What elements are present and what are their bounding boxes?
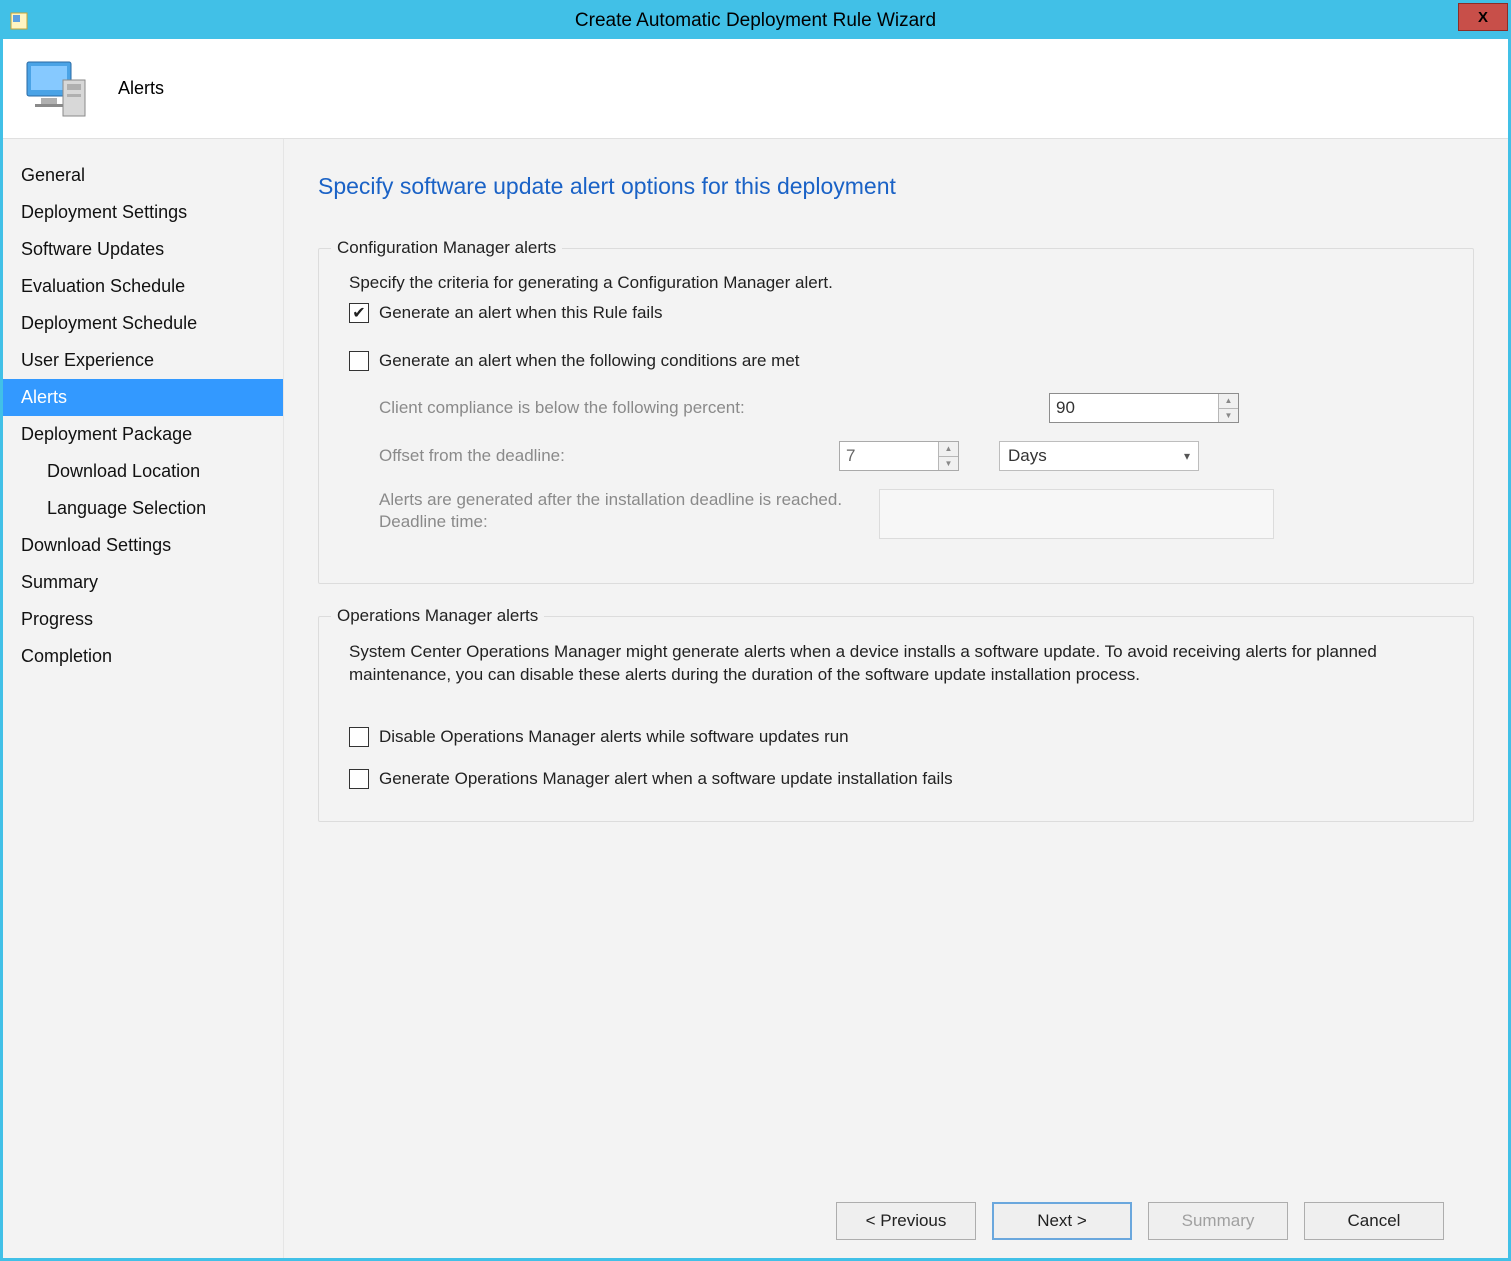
conditions-sub-block: Client compliance is below the following…	[379, 393, 1451, 539]
group-cm-legend: Configuration Manager alerts	[331, 238, 562, 258]
previous-button[interactable]: < Previous	[836, 1202, 976, 1240]
content-pane: Specify software update alert options fo…	[284, 139, 1508, 1258]
check-row-conditions[interactable]: Generate an alert when the following con…	[349, 351, 1451, 371]
chevron-up-icon[interactable]: ▲	[1219, 394, 1238, 409]
sidebar-item-progress[interactable]: Progress	[3, 601, 283, 638]
row-offset: Offset from the deadline: 7 ▲ ▼ Days ▾	[379, 441, 1451, 471]
sidebar-item-deployment-schedule[interactable]: Deployment Schedule	[3, 305, 283, 342]
label-compliance: Client compliance is below the following…	[379, 398, 889, 418]
checkbox-rule-fails[interactable]: ✔	[349, 303, 369, 323]
sidebar-item-completion[interactable]: Completion	[3, 638, 283, 675]
close-button[interactable]: X	[1458, 3, 1508, 31]
checkbox-gen-om-fail[interactable]	[349, 769, 369, 789]
sidebar-item-deployment-settings[interactable]: Deployment Settings	[3, 194, 283, 231]
wizard-body: General Deployment Settings Software Upd…	[3, 139, 1508, 1258]
select-offset-unit[interactable]: Days ▾	[999, 441, 1199, 471]
sidebar-item-software-updates[interactable]: Software Updates	[3, 231, 283, 268]
summary-button[interactable]: Summary	[1148, 1202, 1288, 1240]
label-deadline-note: Alerts are generated after the installat…	[379, 489, 859, 533]
header-pane: Alerts	[3, 39, 1508, 139]
sidebar-item-alerts[interactable]: Alerts	[3, 379, 283, 416]
page-title: Alerts	[118, 78, 164, 99]
group-om-alerts: Operations Manager alerts System Center …	[318, 616, 1474, 822]
close-icon: X	[1478, 9, 1488, 26]
cancel-button[interactable]: Cancel	[1304, 1202, 1444, 1240]
sidebar-item-evaluation-schedule[interactable]: Evaluation Schedule	[3, 268, 283, 305]
check-row-gen-om-fail[interactable]: Generate Operations Manager alert when a…	[349, 769, 1451, 789]
sidebar-item-summary[interactable]: Summary	[3, 564, 283, 601]
select-offset-unit-value: Days	[1008, 446, 1047, 466]
row-deadline-note: Alerts are generated after the installat…	[379, 489, 1451, 539]
sidebar-item-general[interactable]: General	[3, 157, 283, 194]
group-om-legend: Operations Manager alerts	[331, 606, 544, 626]
chevron-up-icon[interactable]: ▲	[939, 442, 958, 457]
spinner-compliance[interactable]: ▲ ▼	[1218, 394, 1238, 422]
input-compliance-value: 90	[1056, 398, 1075, 418]
sidebar-item-download-settings[interactable]: Download Settings	[3, 527, 283, 564]
check-label-disable-om: Disable Operations Manager alerts while …	[379, 727, 849, 747]
checkbox-conditions[interactable]	[349, 351, 369, 371]
sidebar-item-deployment-package[interactable]: Deployment Package	[3, 416, 283, 453]
chevron-down-icon[interactable]: ▼	[1219, 409, 1238, 423]
checkmark-icon: ✔	[352, 303, 365, 323]
chevron-down-icon: ▾	[1184, 449, 1190, 463]
input-compliance-percent[interactable]: 90 ▲ ▼	[1049, 393, 1239, 423]
sidebar-item-download-location[interactable]: Download Location	[3, 453, 283, 490]
window-title: Create Automatic Deployment Rule Wizard	[3, 10, 1508, 32]
wizard-window: Create Automatic Deployment Rule Wizard …	[0, 0, 1511, 1261]
label-offset: Offset from the deadline:	[379, 446, 839, 466]
chevron-down-icon[interactable]: ▼	[939, 457, 958, 471]
group-cm-desc: Specify the criteria for generating a Co…	[349, 273, 1451, 293]
input-offset-value: 7	[846, 446, 855, 466]
content-heading: Specify software update alert options fo…	[318, 173, 1474, 200]
check-label-conditions: Generate an alert when the following con…	[379, 351, 800, 371]
wizard-footer: < Previous Next > Summary Cancel	[318, 1184, 1474, 1258]
sidebar-item-language-selection[interactable]: Language Selection	[3, 490, 283, 527]
monitor-icon	[23, 56, 93, 122]
input-offset[interactable]: 7 ▲ ▼	[839, 441, 959, 471]
row-compliance: Client compliance is below the following…	[379, 393, 1451, 423]
check-label-gen-om-fail: Generate Operations Manager alert when a…	[379, 769, 953, 789]
title-bar: Create Automatic Deployment Rule Wizard …	[3, 3, 1508, 39]
steps-sidebar: General Deployment Settings Software Upd…	[3, 139, 284, 1258]
checkbox-disable-om[interactable]	[349, 727, 369, 747]
group-om-desc: System Center Operations Manager might g…	[349, 641, 1451, 687]
sidebar-item-user-experience[interactable]: User Experience	[3, 342, 283, 379]
check-row-rule-fails[interactable]: ✔ Generate an alert when this Rule fails	[349, 303, 1451, 323]
deadline-time-box	[879, 489, 1274, 539]
group-cm-alerts: Configuration Manager alerts Specify the…	[318, 248, 1474, 584]
next-button[interactable]: Next >	[992, 1202, 1132, 1240]
spinner-offset[interactable]: ▲ ▼	[938, 442, 958, 470]
check-label-rule-fails: Generate an alert when this Rule fails	[379, 303, 663, 323]
check-row-disable-om[interactable]: Disable Operations Manager alerts while …	[349, 727, 1451, 747]
